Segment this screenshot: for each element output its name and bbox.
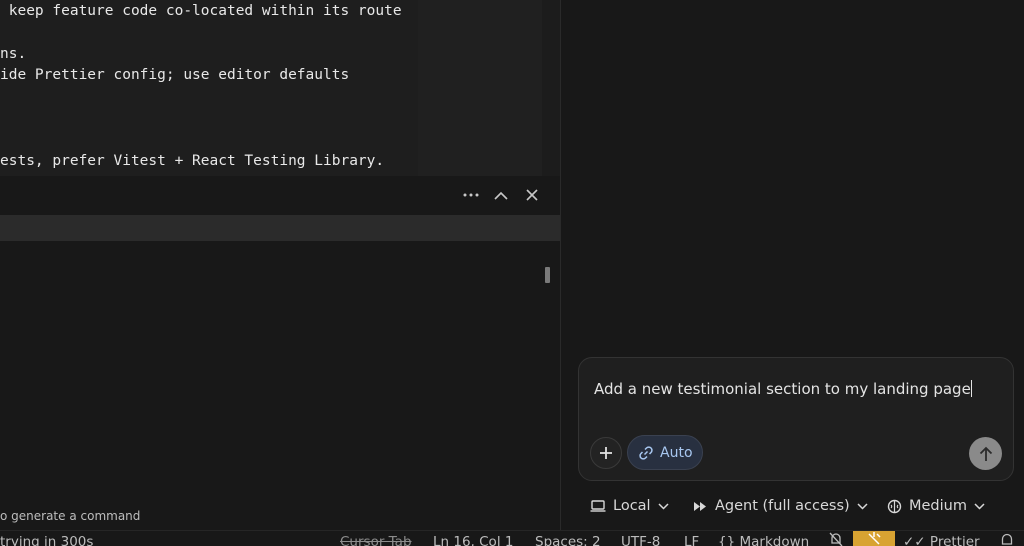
- double-check-icon: ✓✓: [903, 534, 926, 546]
- add-context-button[interactable]: [590, 437, 622, 469]
- terminal-panel[interactable]: o generate a command: [0, 176, 560, 530]
- fast-forward-icon: [694, 501, 706, 511]
- arrow-up-icon: [979, 446, 992, 461]
- brain-icon: [887, 499, 902, 513]
- bell-icon: [1001, 533, 1013, 545]
- panel-header: [0, 176, 560, 214]
- status-language[interactable]: {} Markdown: [718, 533, 809, 546]
- agent-mode-label: Agent (full access): [715, 498, 850, 514]
- status-language-label: Markdown: [739, 534, 810, 546]
- plus-icon: [600, 447, 612, 459]
- composer-input[interactable]: Add a new testimonial section to my land…: [594, 380, 972, 398]
- agent-chat-pane: Add a new testimonial section to my land…: [561, 0, 1024, 530]
- code-line: keep feature code co-located within its …: [0, 3, 402, 19]
- auto-mode-button[interactable]: Auto: [627, 435, 703, 470]
- status-cursor-position[interactable]: Ln 16, Col 1: [433, 533, 513, 546]
- bell-slash-icon: [829, 532, 843, 546]
- reasoning-level-dropdown[interactable]: Medium: [887, 496, 985, 516]
- close-panel-button[interactable]: [521, 184, 543, 206]
- status-indentation[interactable]: Spaces: 2: [535, 533, 601, 546]
- maximize-panel-button[interactable]: [490, 184, 512, 206]
- sparkle-icon: [868, 532, 881, 545]
- chat-composer[interactable]: Add a new testimonial section to my land…: [578, 357, 1014, 481]
- status-feedback[interactable]: [1000, 533, 1014, 546]
- status-prettier[interactable]: ✓✓ Prettier: [903, 533, 980, 546]
- auto-mode-label: Auto: [660, 444, 693, 461]
- status-bar: trying in 300s Cursor Tab Ln 16, Col 1 S…: [0, 530, 1024, 546]
- panel-scrollbar-thumb[interactable]: [545, 267, 550, 283]
- status-prettier-label: Prettier: [929, 534, 980, 546]
- braces-icon: {}: [718, 534, 736, 546]
- status-retry[interactable]: trying in 300s: [0, 533, 93, 546]
- status-eol[interactable]: LF: [684, 533, 699, 546]
- status-encoding[interactable]: UTF-8: [621, 533, 660, 546]
- chevron-up-icon: [494, 191, 508, 200]
- chevron-down-icon: [857, 502, 868, 510]
- status-notifications[interactable]: [828, 532, 844, 546]
- ellipsis-icon: [463, 193, 479, 197]
- code-editor[interactable]: keep feature code co-located within its …: [0, 0, 560, 176]
- code-line: ide Prettier config; use editor defaults: [0, 67, 350, 83]
- generate-command-hint: o generate a command: [0, 509, 141, 523]
- send-button[interactable]: [969, 437, 1002, 470]
- status-agent-indicator[interactable]: [853, 531, 895, 546]
- editor-rail: [418, 0, 542, 176]
- code-line: ns.: [0, 46, 27, 62]
- composer-input-text: Add a new testimonial section to my land…: [594, 380, 971, 398]
- agent-mode-dropdown[interactable]: Agent (full access): [693, 496, 868, 516]
- laptop-icon: [590, 500, 606, 512]
- text-caret: [970, 380, 972, 397]
- code-line: ests, prefer Vitest + React Testing Libr…: [0, 153, 385, 169]
- status-cursor-tab[interactable]: Cursor Tab: [340, 533, 412, 546]
- selected-row[interactable]: [0, 215, 560, 241]
- close-icon: [526, 189, 538, 201]
- link-icon: [639, 445, 653, 460]
- environment-dropdown[interactable]: Local: [590, 496, 669, 516]
- environment-label: Local: [613, 498, 651, 514]
- reasoning-level-label: Medium: [909, 498, 967, 514]
- chevron-down-icon: [658, 502, 669, 510]
- more-actions-button[interactable]: [460, 184, 482, 206]
- editor-scrollbar-track[interactable]: [542, 0, 560, 176]
- chevron-down-icon: [974, 502, 985, 510]
